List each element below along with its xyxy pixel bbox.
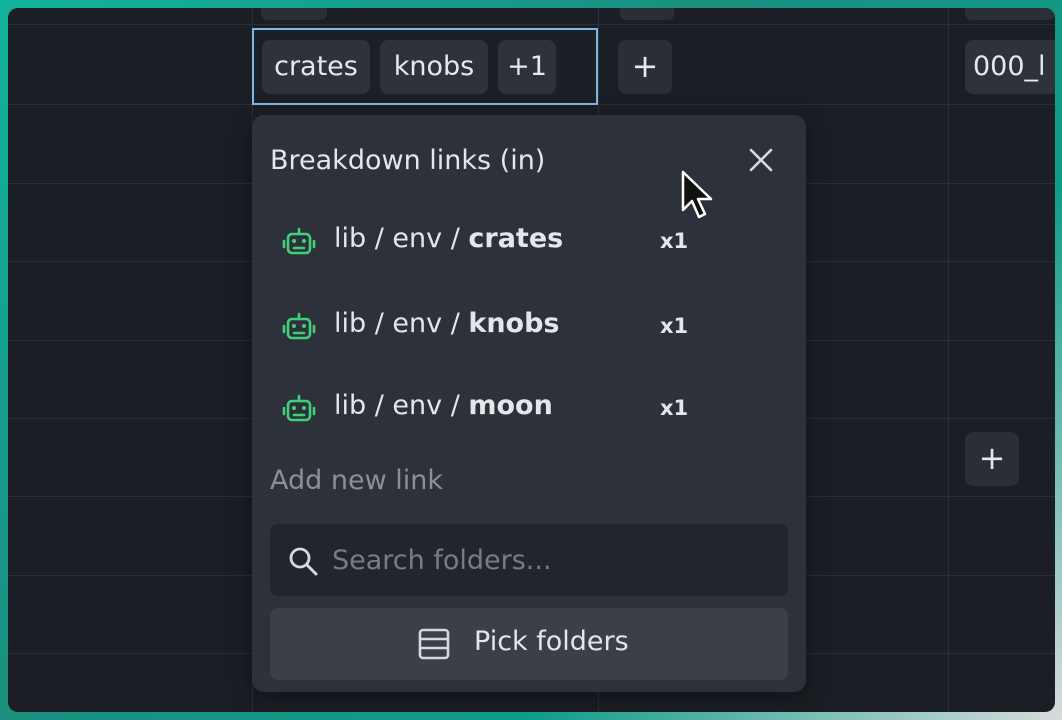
close-icon[interactable] — [746, 145, 776, 175]
link-count: x1 — [660, 229, 689, 253]
link-item-knobs[interactable]: lib / env / knobs x1 — [282, 306, 752, 346]
links-cell-selected[interactable]: crates knobs +1 — [252, 28, 598, 105]
add-link-button[interactable]: + — [618, 40, 672, 94]
search-input[interactable] — [332, 538, 772, 582]
breakdown-links-popover: Breakdown links (in) lib / env / crates … — [252, 115, 806, 692]
popover-title: Breakdown links (in) — [270, 145, 546, 176]
link-count: x1 — [660, 314, 689, 338]
mouse-cursor-icon — [681, 170, 715, 222]
list-icon — [416, 626, 452, 662]
chip-crates[interactable]: crates — [262, 40, 370, 94]
link-path: lib / env / crates — [334, 223, 564, 254]
search-icon — [286, 544, 320, 578]
row-above-button — [620, 8, 674, 20]
link-item-crates[interactable]: lib / env / crates x1 — [282, 221, 752, 261]
pick-folders-button[interactable]: Pick folders — [270, 608, 788, 680]
add-new-link-label: Add new link — [270, 465, 443, 496]
chip-knobs[interactable]: knobs — [380, 40, 488, 94]
link-count: x1 — [660, 396, 689, 420]
add-link-button-row[interactable]: + — [965, 432, 1019, 486]
link-path: lib / env / knobs — [334, 308, 560, 339]
link-item-moon[interactable]: lib / env / moon x1 — [282, 388, 752, 428]
search-field[interactable] — [270, 524, 788, 596]
table-view: crates knobs +1 + 000_l + Breakdown link… — [8, 8, 1055, 712]
row-above-chip — [261, 8, 327, 20]
chip-more-count[interactable]: +1 — [498, 40, 556, 94]
link-path: lib / env / moon — [334, 390, 553, 421]
pick-folders-label: Pick folders — [474, 626, 629, 657]
robot-icon — [282, 310, 316, 344]
robot-icon — [282, 392, 316, 426]
value-chip-truncated[interactable]: 000_l — [965, 40, 1055, 94]
row-above-chip — [965, 8, 1055, 20]
robot-icon — [282, 225, 316, 259]
